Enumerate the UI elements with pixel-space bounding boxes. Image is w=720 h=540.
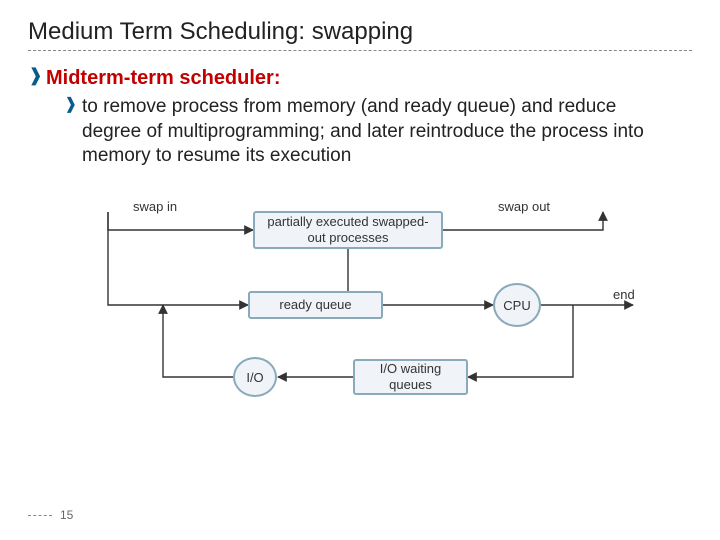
- page-number: 15: [60, 508, 73, 522]
- label-swap-out: swap out: [498, 199, 550, 214]
- node-io: I/O: [233, 357, 277, 397]
- label-swap-in: swap in: [133, 199, 177, 214]
- slide-title: Medium Term Scheduling: swapping: [28, 18, 692, 46]
- box-io-waiting: I/O waiting queues: [353, 359, 468, 395]
- footer: 15: [28, 508, 73, 522]
- label-end: end: [613, 287, 635, 302]
- footer-divider: [28, 515, 52, 516]
- bullet-icon: ❱: [28, 65, 46, 87]
- swapping-diagram: swap in swap out end partially executed …: [73, 187, 643, 417]
- box-ready-queue: ready queue: [248, 291, 383, 319]
- bullet-main: ❱ Midterm-term scheduler:: [28, 65, 688, 91]
- box-swapped-processes-text: partially executed swapped-out processes: [263, 214, 433, 245]
- slide: Medium Term Scheduling: swapping ❱ Midte…: [0, 0, 720, 540]
- node-cpu-text: CPU: [503, 298, 530, 313]
- content-area: ❱ Midterm-term scheduler: ❱ to remove pr…: [28, 65, 692, 417]
- bullet-sub: ❱ to remove process from memory (and rea…: [64, 95, 688, 169]
- title-divider: [28, 50, 692, 51]
- node-cpu: CPU: [493, 283, 541, 327]
- bullet-sub-text: to remove process from memory (and ready…: [82, 95, 672, 169]
- box-swapped-processes: partially executed swapped-out processes: [253, 211, 443, 249]
- bullet-icon: ❱: [64, 95, 82, 116]
- box-ready-queue-text: ready queue: [279, 297, 351, 313]
- node-io-text: I/O: [246, 370, 263, 385]
- bullet-main-text: Midterm-term scheduler:: [46, 65, 281, 91]
- box-io-waiting-text: I/O waiting queues: [363, 361, 458, 392]
